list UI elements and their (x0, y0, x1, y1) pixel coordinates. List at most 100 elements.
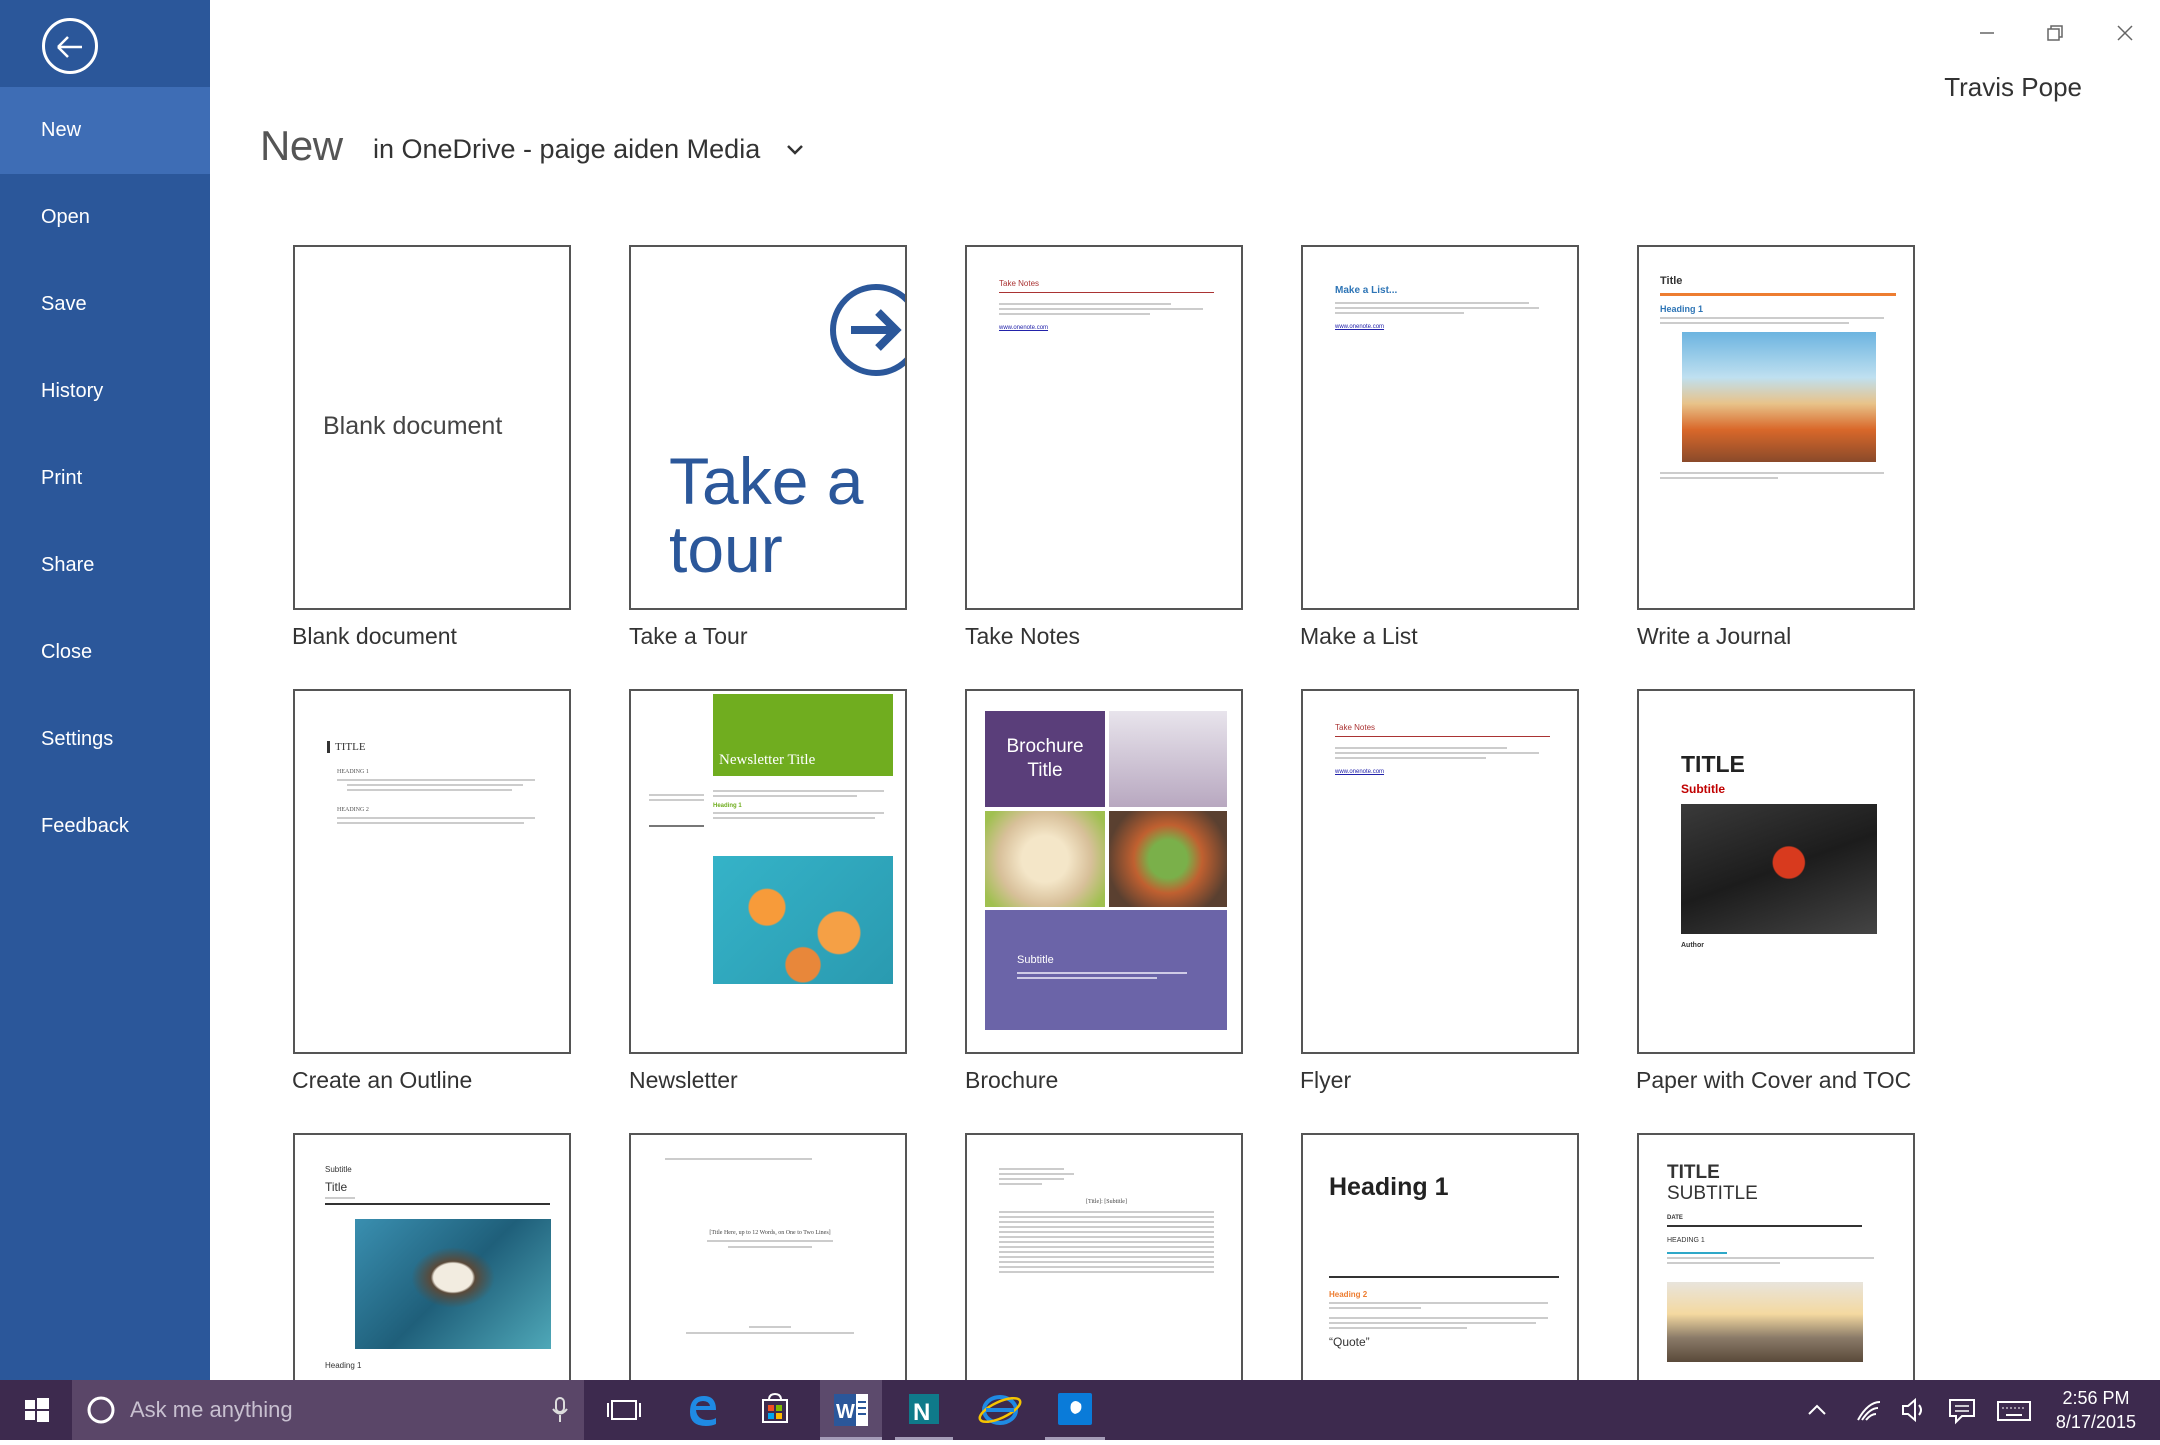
show-hidden-icons-button[interactable] (1797, 1380, 1837, 1440)
preview-footer: Heading 1 (325, 1361, 362, 1370)
edge-taskbar-button[interactable] (672, 1380, 732, 1440)
microphone-icon (552, 1397, 568, 1422)
action-center-button[interactable] (1942, 1380, 1982, 1440)
template-label[interactable]: Take Notes (965, 623, 1080, 650)
preview-subheading: SUBTITLE (1667, 1183, 1758, 1204)
preview-heading: TITLE (327, 741, 547, 753)
template-label[interactable]: Take a Tour (629, 623, 747, 650)
touch-keyboard-button[interactable] (1992, 1380, 2036, 1440)
preview-subheading: Subtitle (1681, 782, 1725, 796)
template-create-an-outline[interactable]: TITLE HEADING 1 HEADING 2 (293, 689, 571, 1054)
preview-link: www.onenote.com (1335, 769, 1385, 775)
volume-button[interactable] (1893, 1380, 1933, 1440)
preview-subheading: Heading 2 (1329, 1290, 1368, 1299)
preview-photo (1682, 332, 1876, 462)
edge-icon (690, 1396, 716, 1426)
preview-subheading: Subtitle (325, 1165, 352, 1174)
template-preview-text: Take a tour (669, 444, 864, 586)
sidebar-item-new[interactable]: New (0, 87, 210, 174)
sidebar-item-share[interactable]: Share (0, 522, 210, 609)
preview-banner: Newsletter Title (713, 694, 893, 776)
preview-heading: Make a List... (1335, 285, 1398, 296)
onenote-icon: N (909, 1394, 939, 1426)
close-icon (2117, 25, 2133, 41)
preview-heading: Title (1660, 275, 1683, 287)
template-take-a-tour[interactable]: Take a tour (629, 245, 907, 610)
close-window-button[interactable] (2110, 18, 2140, 48)
clock-time: 2:56 PM (2062, 1388, 2130, 1408)
cortana-search-box[interactable]: Ask me anything (72, 1380, 584, 1440)
windows-logo-icon (25, 1398, 49, 1422)
volume-icon (1902, 1397, 1922, 1423)
template-brochure[interactable]: Brochure Title Subtitle (965, 689, 1243, 1054)
preview-subheading: Heading 1 (1660, 304, 1704, 314)
template-take-notes[interactable]: Take Notes www.onenote.com (965, 245, 1243, 610)
system-clock[interactable]: 2:56 PM 8/17/2015 (2056, 1386, 2136, 1434)
preview-title-block: Brochure Title (985, 711, 1105, 807)
preview-author: Author (1681, 942, 1704, 949)
minimize-icon (1980, 32, 1994, 34)
template-paper-with-cover-and-toc[interactable]: TITLE Subtitle Author (1637, 689, 1915, 1054)
preview-heading: Newsletter Title (719, 752, 816, 768)
restore-button[interactable] (2040, 18, 2070, 48)
chevron-down-icon (787, 145, 803, 155)
minimize-button[interactable] (1972, 18, 2002, 48)
template-mla-paper[interactable]: [Title]: [Subtitle] (965, 1133, 1243, 1393)
word-taskbar-button[interactable]: W (820, 1380, 882, 1440)
task-view-icon (607, 1400, 641, 1420)
keyboard-icon (1997, 1401, 2031, 1421)
internet-explorer-taskbar-button[interactable] (970, 1380, 1030, 1440)
preview-photo (1681, 804, 1877, 934)
preview-footer-block: Subtitle (985, 910, 1227, 1030)
preview-heading: Title (325, 1180, 348, 1194)
word-icon: W (834, 1394, 868, 1426)
template-label[interactable]: Paper with Cover and TOC (1636, 1067, 1911, 1094)
template-label[interactable]: Create an Outline (292, 1067, 472, 1094)
preview-link: www.onenote.com (999, 325, 1049, 331)
template-label[interactable]: Write a Journal (1637, 623, 1791, 650)
cortana-icon (87, 1396, 115, 1424)
sidebar-item-feedback[interactable]: Feedback (0, 783, 210, 870)
sidebar-item-print[interactable]: Print (0, 435, 210, 522)
template-apa-paper[interactable]: [Title Here, up to 12 Words, on One to T… (629, 1133, 907, 1393)
task-view-button[interactable] (596, 1380, 652, 1440)
sidebar-item-open[interactable]: Open (0, 174, 210, 261)
location-dropdown[interactable]: in OneDrive - paige aiden Media (373, 134, 803, 165)
preview-heading: [Title Here, up to 12 Words, on One to T… (709, 1230, 831, 1236)
store-taskbar-button[interactable] (747, 1380, 803, 1440)
app-icon (1058, 1393, 1092, 1425)
preview-subheading: Subtitle (1017, 954, 1054, 966)
app-taskbar-button[interactable] (1045, 1380, 1105, 1440)
template-heading-layout[interactable]: Heading 1 Heading 2 “Quote” (1301, 1133, 1579, 1393)
network-button[interactable] (1848, 1380, 1888, 1440)
onenote-taskbar-button[interactable]: N (895, 1380, 953, 1440)
template-flyer[interactable]: Take Notes www.onenote.com (1301, 689, 1579, 1054)
template-label[interactable]: Brochure (965, 1067, 1058, 1094)
preview-subheading: Heading 1 (713, 803, 742, 809)
template-blank-document[interactable]: Blank document (293, 245, 571, 610)
template-label[interactable]: Newsletter (629, 1067, 738, 1094)
template-preview-text: Blank document (323, 412, 503, 440)
user-account-name[interactable]: Travis Pope (1944, 72, 2082, 103)
sidebar-item-save[interactable]: Save (0, 261, 210, 348)
preview-photo (1667, 1282, 1863, 1362)
template-label[interactable]: Flyer (1300, 1067, 1351, 1094)
svg-text:W: W (836, 1401, 855, 1423)
sidebar-item-settings[interactable]: Settings (0, 696, 210, 783)
sidebar-item-history[interactable]: History (0, 348, 210, 435)
template-report[interactable]: Subtitle Title Heading 1 (293, 1133, 571, 1393)
preview-date: DATE (1667, 1215, 1683, 1221)
template-label[interactable]: Blank document (292, 623, 457, 650)
template-title-subtitle[interactable]: TITLE SUBTITLE DATE HEADING 1 (1637, 1133, 1915, 1393)
sidebar-item-close[interactable]: Close (0, 609, 210, 696)
template-label[interactable]: Make a List (1300, 623, 1418, 650)
template-make-a-list[interactable]: Make a List... www.onenote.com (1301, 245, 1579, 610)
preview-photo (985, 811, 1105, 907)
chevron-up-icon (1808, 1404, 1826, 1415)
preview-h1: HEADING 1 (1667, 1237, 1705, 1244)
template-newsletter[interactable]: Newsletter Title Heading 1 (629, 689, 907, 1054)
back-button[interactable] (42, 18, 98, 74)
template-write-a-journal[interactable]: Title Heading 1 (1637, 245, 1915, 610)
start-button[interactable] (0, 1380, 72, 1440)
preview-subheading: HEADING 1 (337, 769, 369, 775)
